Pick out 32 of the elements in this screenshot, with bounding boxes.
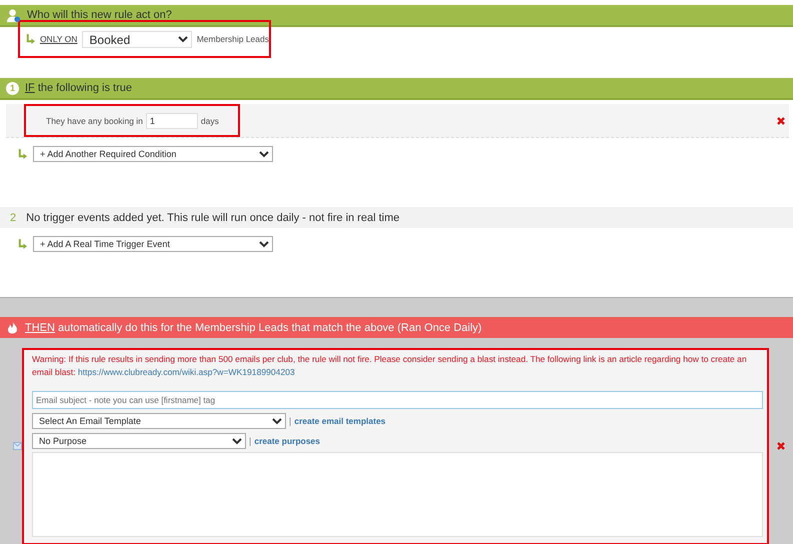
email-icon: [13, 442, 22, 450]
email-template-select[interactable]: Select An Email Template: [32, 412, 286, 429]
days-label: days: [200, 116, 219, 126]
target-label: Membership Leads: [196, 34, 269, 44]
arrow-icon: [26, 34, 35, 44]
email-subject-field[interactable]: Email subject - note you can use [firstname] tag: [32, 391, 763, 409]
section-title: IF the following is true: [25, 82, 132, 94]
step-number: 2: [10, 212, 16, 224]
create-purposes-link[interactable]: create purposes: [254, 436, 320, 446]
purpose-select[interactable]: No Purpose: [32, 432, 246, 449]
add-condition-select[interactable]: + Add Another Required Condition: [33, 146, 273, 162]
warning-message: Warning: If this rule results in sending more than 500 emails per club, the rule will not fire. Please consider sending a blast instead. The following link is an article regarding how to create an email blast: https://www.clubready.com/wiki.asp?w=WK19189904203: [32, 353, 748, 379]
article-link[interactable]: https://www.clubready.com/wiki.asp?w=WK19189904203: [78, 367, 295, 377]
arrow-icon: [18, 238, 27, 250]
email-body-field[interactable]: [32, 452, 763, 537]
section-title: THEN automatically do this for the Membership Leads that match the above (Ran Once Daily): [25, 322, 482, 334]
delete-icon[interactable]: [777, 442, 785, 450]
step-number: 1: [6, 82, 19, 94]
section-title: Who will this new rule act on?: [27, 9, 172, 21]
only-on-link[interactable]: ONLY ON: [40, 34, 78, 44]
days-input[interactable]: 1: [146, 112, 198, 128]
section-title: No trigger events added yet. This rule will run once daily - not fire in real time: [26, 212, 400, 224]
create-templates-link[interactable]: create email templates: [294, 416, 386, 426]
separator: |: [249, 436, 252, 446]
arrow-icon: [18, 148, 27, 160]
add-trigger-select[interactable]: + Add A Real Time Trigger Event: [33, 236, 273, 252]
status-select[interactable]: Booked: [82, 30, 192, 48]
separator: |: [289, 416, 292, 426]
person-icon: [6, 8, 21, 22]
condition-label: They have any booking in: [46, 116, 143, 126]
delete-icon[interactable]: [777, 116, 785, 124]
flame-icon: [7, 320, 18, 334]
